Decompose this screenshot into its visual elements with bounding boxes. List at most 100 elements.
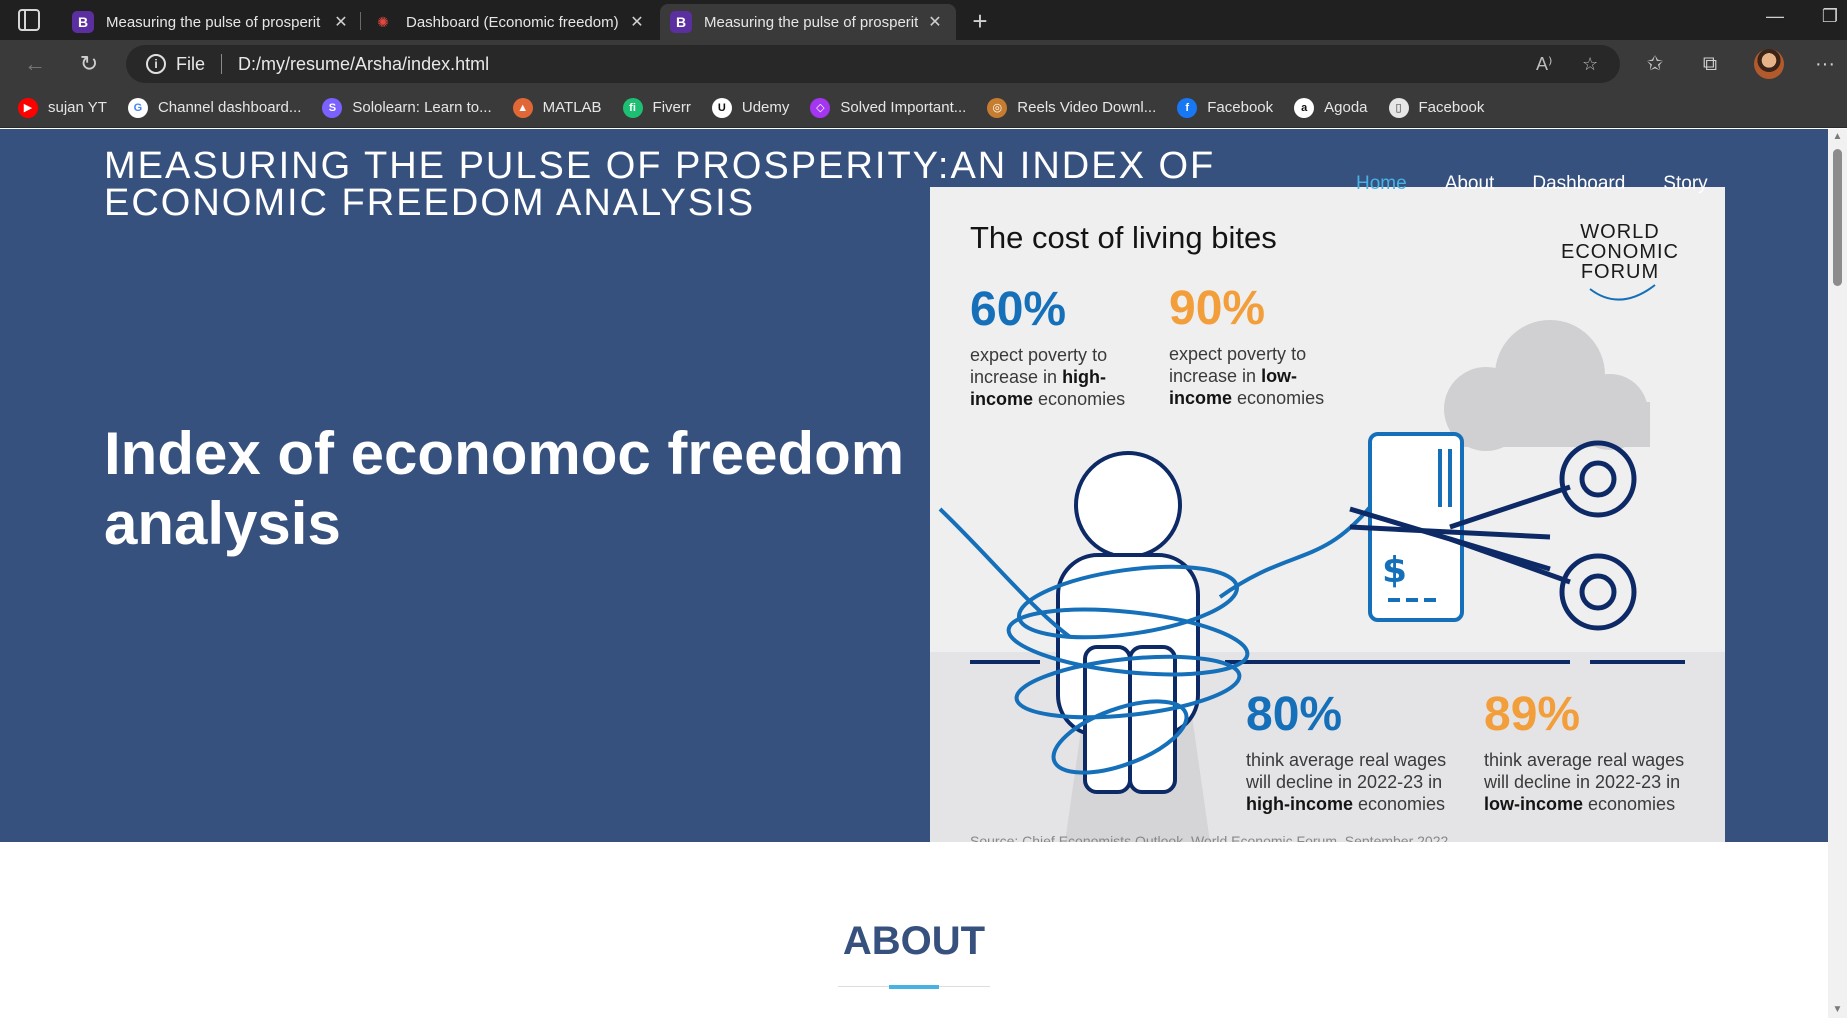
bookmark-item[interactable]: f Facebook xyxy=(1177,97,1274,118)
tab-1[interactable]: B Measuring the pulse of prosperit ✕ xyxy=(62,4,362,40)
scheme-label: File xyxy=(176,53,206,74)
bookmark-label: Fiverr xyxy=(652,99,691,116)
tab-2[interactable]: ✺ Dashboard (Economic freedom) | ✕ xyxy=(362,4,658,40)
read-aloud-icon[interactable]: A⁾ xyxy=(1536,45,1552,83)
scroll-up-icon[interactable]: ▲ xyxy=(1828,129,1847,145)
svg-text:$: $ xyxy=(1382,550,1407,591)
divider xyxy=(221,54,223,74)
page-icon: ▯ xyxy=(1388,97,1409,118)
address-bar-row: ← ↻ i File D:/my/resume/Arsha/index.html… xyxy=(0,40,1847,88)
site-nav: Home About Dashboard Story xyxy=(1356,173,1746,195)
back-icon[interactable]: ← xyxy=(20,49,50,79)
stat-percent: 80% xyxy=(1246,688,1343,741)
page-scrollbar[interactable]: ▲ ▼ xyxy=(1828,129,1847,1018)
address-bar[interactable]: i File D:/my/resume/Arsha/index.html A⁾ … xyxy=(126,45,1620,83)
infographic-source: Source: Chief Economists Outlook, World … xyxy=(970,833,1449,842)
nav-story[interactable]: Story xyxy=(1663,173,1707,195)
bookmark-item[interactable]: ▶ sujan YT xyxy=(18,97,107,118)
stat-text: think average real wages will decline in… xyxy=(1246,750,1447,792)
bookmark-label: Channel dashboard... xyxy=(157,99,302,116)
nav-dashboard[interactable]: Dashboard xyxy=(1532,173,1625,195)
collections-icon[interactable]: ⧉ xyxy=(1695,49,1725,79)
bookmark-item[interactable]: fi Fiverr xyxy=(622,97,691,118)
page-viewport: MEASURING THE PULSE OF PROSPERITY:AN IND… xyxy=(0,129,1828,1018)
tab-bar: B Measuring the pulse of prosperit ✕ ✺ D… xyxy=(0,0,1847,40)
sparkle-icon: ✺ xyxy=(377,13,389,30)
udemy-icon: U xyxy=(711,97,732,118)
stat-89: 89% think average real wages will declin… xyxy=(1484,687,1694,815)
url-text[interactable]: D:/my/resume/Arsha/index.html xyxy=(238,54,489,75)
about-accent-bar xyxy=(889,985,939,989)
bookmark-item[interactable]: a Agoda xyxy=(1294,97,1368,118)
bookmark-item[interactable]: ◇ Solved Important... xyxy=(810,97,967,118)
nav-about[interactable]: About xyxy=(1445,173,1495,195)
bookmark-item[interactable]: ▲ MATLAB xyxy=(512,97,602,118)
bookmark-label: Solved Important... xyxy=(840,99,967,116)
profile-avatar[interactable] xyxy=(1754,49,1784,79)
bookmark-item[interactable]: ◎ Reels Video Downl... xyxy=(987,97,1157,118)
more-icon[interactable]: ··· xyxy=(1810,49,1840,79)
new-tab-icon[interactable]: + xyxy=(965,6,995,37)
stat-text: think average real wages will decline in… xyxy=(1484,750,1685,792)
tab-title: Dashboard (Economic freedom) | xyxy=(406,13,620,31)
stat-text: economies xyxy=(1232,388,1325,408)
info-icon[interactable]: i xyxy=(146,54,166,74)
bookmark-icon: ◇ xyxy=(810,97,831,118)
bootstrap-favicon-icon: B xyxy=(72,11,94,33)
close-tab-icon[interactable]: ✕ xyxy=(330,12,352,32)
close-tab-icon[interactable]: ✕ xyxy=(924,12,946,32)
stat-bold: high-income xyxy=(1246,794,1353,814)
agoda-icon: a xyxy=(1294,97,1315,118)
tab-3-active[interactable]: B Measuring the pulse of prosperit ✕ xyxy=(660,4,956,40)
stat-text: economies xyxy=(1353,794,1446,814)
fiverr-icon: fi xyxy=(622,97,643,118)
bookmark-item[interactable]: S Sololearn: Learn to... xyxy=(322,97,492,118)
tab-actions-icon[interactable] xyxy=(18,9,40,31)
close-tab-icon[interactable]: ✕ xyxy=(626,12,648,32)
stat-text: economies xyxy=(1583,794,1676,814)
bookmark-label: Facebook xyxy=(1418,99,1485,116)
bookmarks-bar: ▶ sujan YT G Channel dashboard... S Sololearn… xyxy=(0,88,1847,128)
stat-90: 90% expect poverty to increase in low-in… xyxy=(1169,281,1334,409)
nav-home[interactable]: Home xyxy=(1356,173,1407,195)
bookmark-label: Facebook xyxy=(1207,99,1274,116)
bookmark-label: sujan YT xyxy=(48,99,107,116)
bookmark-label: Udemy xyxy=(741,99,790,116)
maximize-icon[interactable]: ❐ xyxy=(1810,6,1847,27)
instagram-icon: ◎ xyxy=(987,97,1008,118)
hero-heading: Index of economoc freedom analysis xyxy=(104,420,905,557)
favorites-icon[interactable]: ✩ xyxy=(1640,49,1670,79)
tab-title: Measuring the pulse of prosperit xyxy=(106,13,321,31)
logo-line: FORUM xyxy=(1580,261,1660,283)
stat-percent: 89% xyxy=(1484,688,1581,741)
logo-line: ECONOMIC xyxy=(1561,241,1679,263)
about-section-title: ABOUT xyxy=(842,919,986,963)
scroll-down-icon[interactable]: ▼ xyxy=(1828,1002,1847,1018)
cloud-icon xyxy=(1444,320,1650,451)
stat-percent: 60% xyxy=(970,283,1067,336)
sololearn-icon: S xyxy=(322,97,343,118)
hero-section: MEASURING THE PULSE OF PROSPERITY:AN IND… xyxy=(0,129,1828,842)
bookmark-item[interactable]: G Channel dashboard... xyxy=(127,97,302,118)
bootstrap-favicon-icon: B xyxy=(670,11,692,33)
youtube-icon: ▶ xyxy=(18,97,38,118)
bookmark-item[interactable]: U Udemy xyxy=(711,97,790,118)
reload-icon[interactable]: ↻ xyxy=(74,49,104,79)
logo-line: WORLD xyxy=(1580,221,1660,243)
minimize-icon[interactable]: — xyxy=(1755,6,1795,27)
bookmark-item[interactable]: ▯ Facebook xyxy=(1388,97,1485,118)
google-icon: G xyxy=(127,97,148,118)
wef-logo: WORLD ECONOMIC FORUM xyxy=(1550,222,1690,282)
stat-60: 60% expect poverty to increase in high-i… xyxy=(970,282,1135,410)
facebook-icon: f xyxy=(1177,97,1198,118)
tab-title: Measuring the pulse of prosperit xyxy=(704,13,918,31)
bookmark-label: Reels Video Downl... xyxy=(1017,99,1157,116)
wef-arc-icon xyxy=(1589,284,1656,301)
add-favorite-icon[interactable]: ☆ xyxy=(1582,45,1598,83)
bookmark-label: Agoda xyxy=(1324,99,1368,116)
tab-separator xyxy=(360,12,361,30)
bookmark-label: MATLAB xyxy=(542,99,602,116)
scroll-thumb[interactable] xyxy=(1833,149,1842,286)
stat-text: economies xyxy=(1033,389,1126,409)
bookmark-label: Sololearn: Learn to... xyxy=(352,99,492,116)
